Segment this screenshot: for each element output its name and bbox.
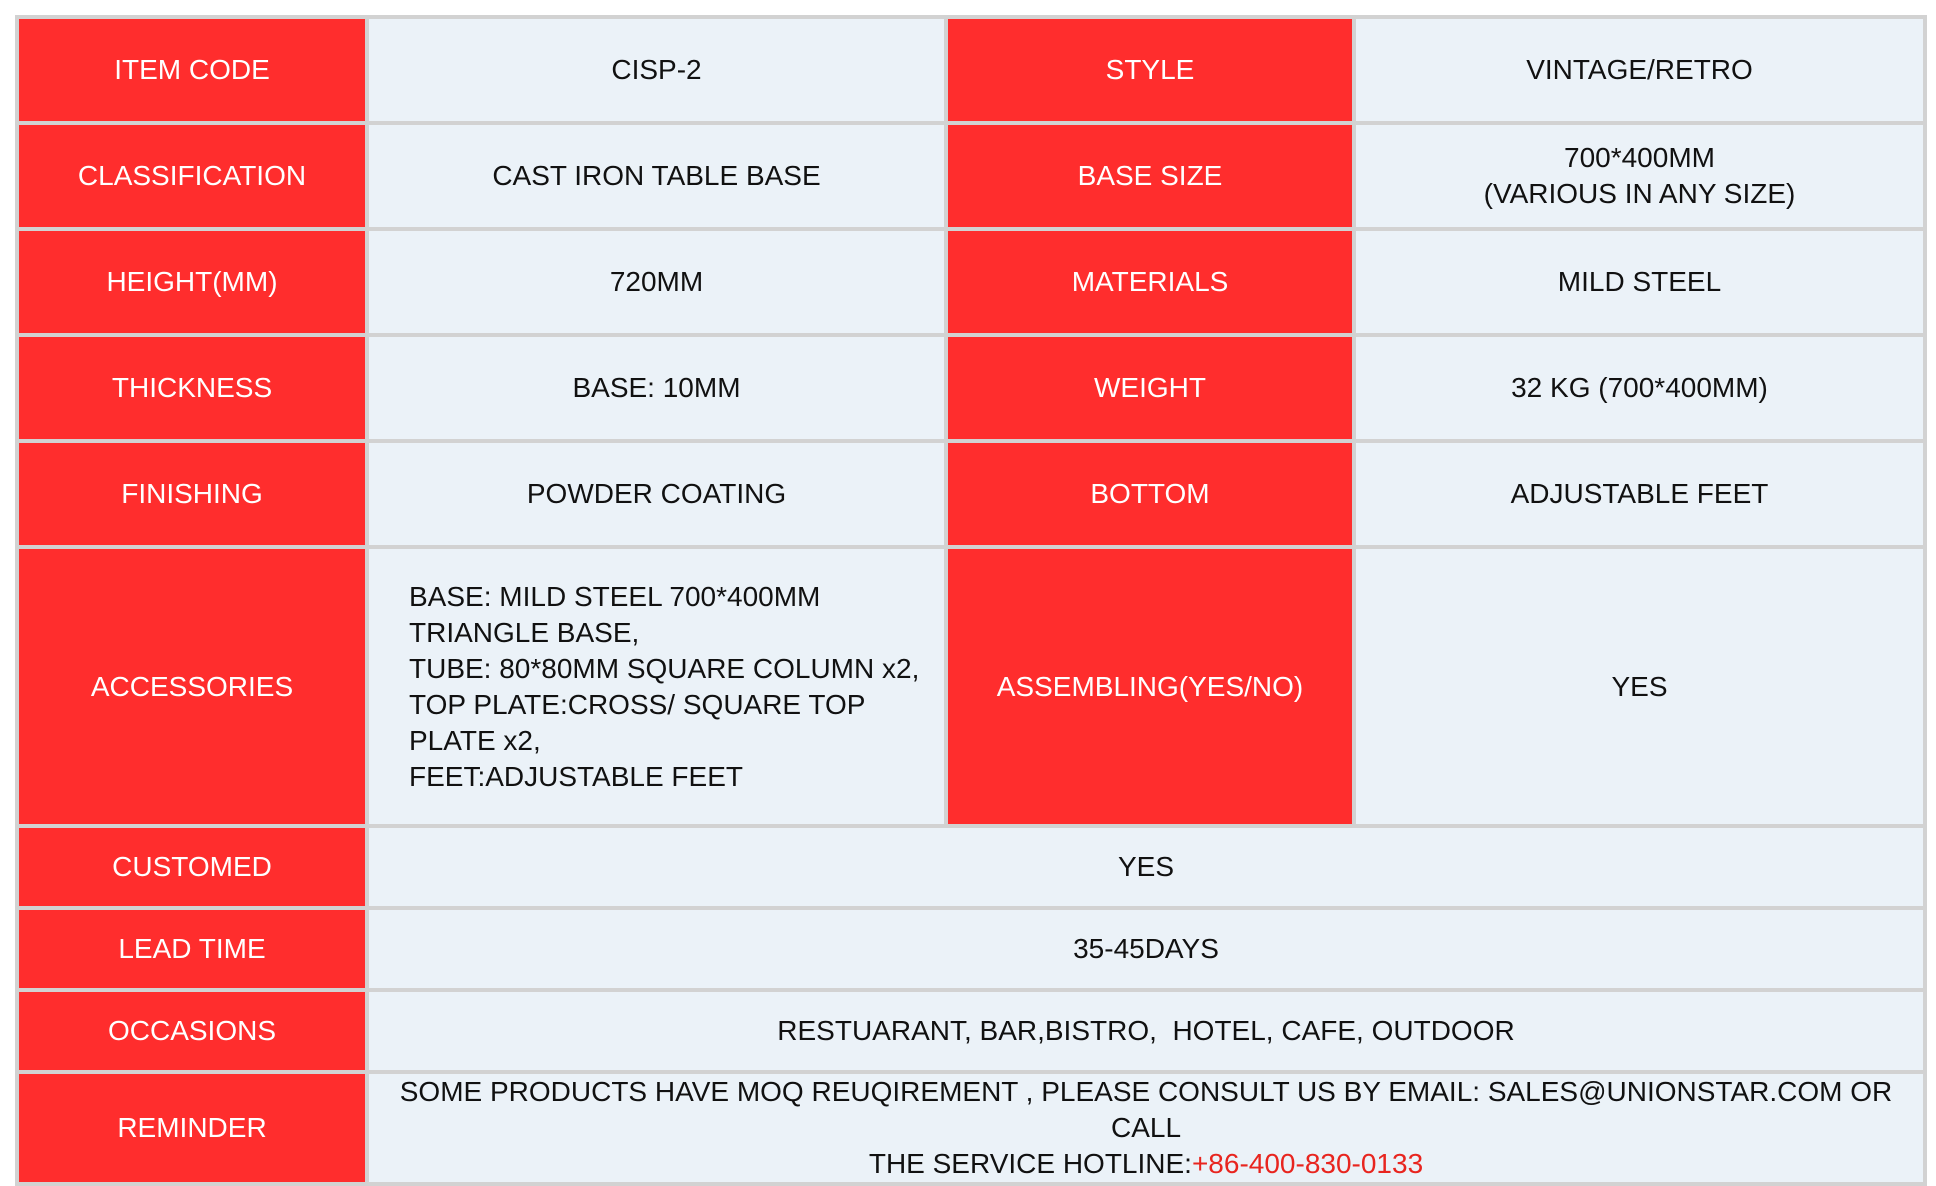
label-item-code: ITEM CODE bbox=[19, 19, 365, 121]
reminder-line-1: SOME PRODUCTS HAVE MOQ REUQIREMENT , PLE… bbox=[399, 1076, 1893, 1143]
value-occasions: RESTUARANT, BAR,BISTRO, HOTEL, CAFE, OUT… bbox=[369, 992, 1923, 1070]
label-bottom: BOTTOM bbox=[948, 443, 1352, 545]
label-base-size: BASE SIZE bbox=[948, 125, 1352, 227]
label-lead-time: LEAD TIME bbox=[19, 910, 365, 988]
table-row: CLASSIFICATION CAST IRON TABLE BASE BASE… bbox=[19, 125, 1923, 227]
accessories-line: FEET:ADJUSTABLE FEET bbox=[409, 760, 743, 792]
spec-table: ITEM CODE CISP-2 STYLE VINTAGE/RETRO CLA… bbox=[15, 15, 1927, 1186]
value-materials: MILD STEEL bbox=[1356, 231, 1923, 333]
table-row: THICKNESS BASE: 10MM WEIGHT 32 KG (700*4… bbox=[19, 337, 1923, 439]
table-row: ITEM CODE CISP-2 STYLE VINTAGE/RETRO bbox=[19, 19, 1923, 121]
label-assembling: ASSEMBLING(YES/NO) bbox=[948, 549, 1352, 824]
value-finishing: POWDER COATING bbox=[369, 443, 944, 545]
label-occasions: OCCASIONS bbox=[19, 992, 365, 1070]
reminder-line-2: THE SERVICE HOTLINE:+86-400-830-0133 bbox=[369, 1146, 1923, 1182]
table-row: FINISHING POWDER COATING BOTTOM ADJUSTAB… bbox=[19, 443, 1923, 545]
value-lead-time: 35-45DAYS bbox=[369, 910, 1923, 988]
accessories-line: BASE: MILD STEEL 700*400MM bbox=[409, 580, 821, 612]
label-height: HEIGHT(MM) bbox=[19, 231, 365, 333]
value-assembling: YES bbox=[1356, 549, 1923, 824]
value-bottom: ADJUSTABLE FEET bbox=[1356, 443, 1923, 545]
table-row: LEAD TIME 35-45DAYS bbox=[19, 910, 1923, 988]
value-classification: CAST IRON TABLE BASE bbox=[369, 125, 944, 227]
accessories-line: TUBE: 80*80MM SQUARE COLUMN x2, bbox=[409, 652, 920, 684]
value-base-size: 700*400MM (VARIOUS IN ANY SIZE) bbox=[1356, 125, 1923, 227]
table-row: OCCASIONS RESTUARANT, BAR,BISTRO, HOTEL,… bbox=[19, 992, 1923, 1070]
value-style: VINTAGE/RETRO bbox=[1356, 19, 1923, 121]
value-customed: YES bbox=[369, 828, 1923, 906]
value-accessories: BASE: MILD STEEL 700*400MM TRIANGLE BASE… bbox=[369, 549, 944, 824]
label-reminder: REMINDER bbox=[19, 1074, 365, 1182]
label-materials: MATERIALS bbox=[948, 231, 1352, 333]
table-row: HEIGHT(MM) 720MM MATERIALS MILD STEEL bbox=[19, 231, 1923, 333]
table-row: ACCESSORIES BASE: MILD STEEL 700*400MM T… bbox=[19, 549, 1923, 824]
value-height: 720MM bbox=[369, 231, 944, 333]
value-item-code: CISP-2 bbox=[369, 19, 944, 121]
value-reminder: SOME PRODUCTS HAVE MOQ REUQIREMENT , PLE… bbox=[369, 1074, 1923, 1182]
accessories-line: TOP PLATE:CROSS/ SQUARE TOP bbox=[409, 688, 866, 720]
label-accessories: ACCESSORIES bbox=[19, 549, 365, 824]
label-finishing: FINISHING bbox=[19, 443, 365, 545]
value-thickness: BASE: 10MM bbox=[369, 337, 944, 439]
base-size-line-1: 700*400MM bbox=[1564, 142, 1715, 173]
table-row: REMINDER SOME PRODUCTS HAVE MOQ REUQIREM… bbox=[19, 1074, 1923, 1182]
label-customed: CUSTOMED bbox=[19, 828, 365, 906]
table-row: CUSTOMED YES bbox=[19, 828, 1923, 906]
base-size-line-2: (VARIOUS IN ANY SIZE) bbox=[1483, 178, 1796, 209]
label-thickness: THICKNESS bbox=[19, 337, 365, 439]
label-style: STYLE bbox=[948, 19, 1352, 121]
accessories-line: TRIANGLE BASE, bbox=[409, 616, 640, 648]
accessories-line: PLATE x2, bbox=[409, 724, 541, 756]
reminder-hotline-prefix: THE SERVICE HOTLINE: bbox=[868, 1148, 1192, 1179]
label-weight: WEIGHT bbox=[948, 337, 1352, 439]
value-weight: 32 KG (700*400MM) bbox=[1356, 337, 1923, 439]
service-hotline: +86-400-830-0133 bbox=[1191, 1148, 1424, 1179]
label-classification: CLASSIFICATION bbox=[19, 125, 365, 227]
